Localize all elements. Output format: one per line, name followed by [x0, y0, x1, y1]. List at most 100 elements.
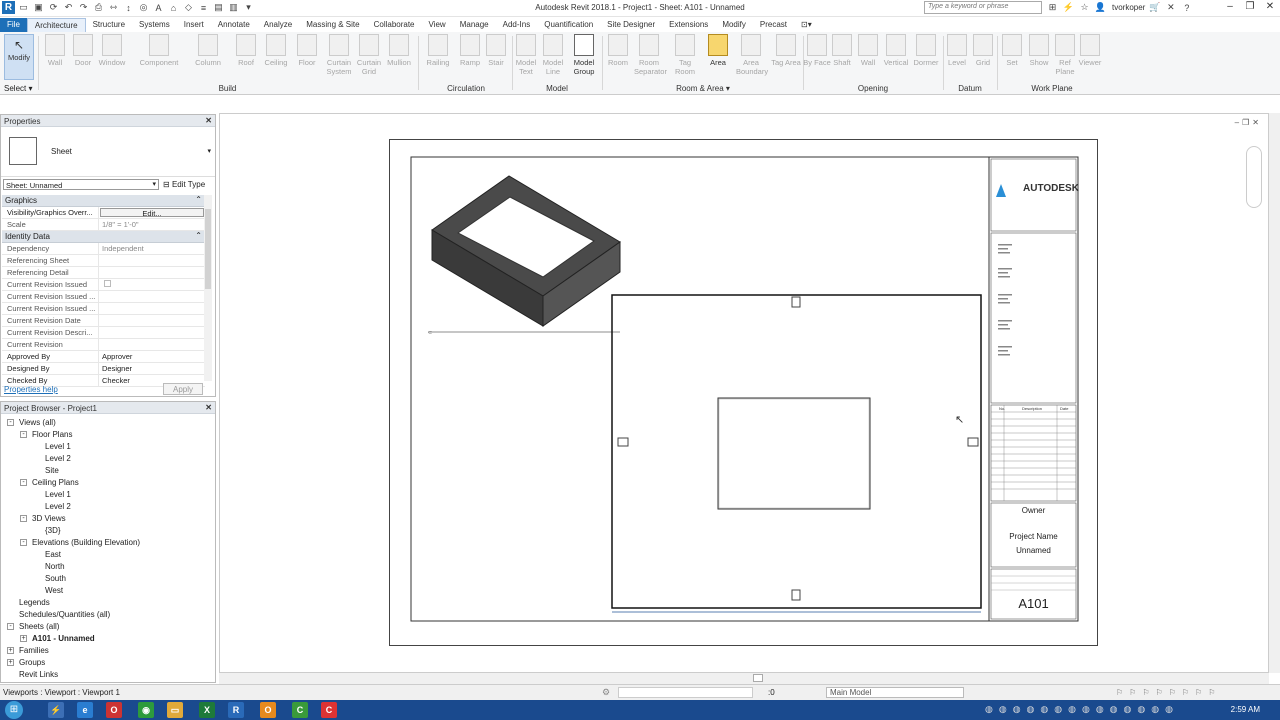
opera-icon[interactable]: O: [106, 702, 122, 718]
browser-item[interactable]: {3D}: [45, 525, 61, 537]
close-icon[interactable]: ✕: [205, 403, 212, 412]
model-line-button[interactable]: Model Line: [538, 34, 568, 76]
selection-filter-icons[interactable]: ⚐⚐⚐⚐⚐⚐⚐⚐: [1116, 688, 1221, 697]
folder-icon[interactable]: ▭: [167, 702, 183, 718]
workset-select[interactable]: [618, 687, 753, 698]
floor-button[interactable]: Floor: [292, 34, 322, 67]
group-identity-data[interactable]: Identity Data ⌃: [2, 231, 205, 243]
app-green-icon[interactable]: C: [292, 702, 308, 718]
property-row[interactable]: Visibility/Graphics Overr... Edit...: [2, 207, 205, 219]
browser-item[interactable]: West: [45, 585, 63, 597]
ribbon-toggle-icon[interactable]: ⊡▾: [794, 18, 819, 32]
collapse-icon[interactable]: ⌃: [195, 231, 202, 240]
tab-quantification[interactable]: Quantification: [537, 18, 600, 32]
revision-checkbox[interactable]: [104, 280, 111, 287]
tab-modify[interactable]: Modify: [715, 18, 753, 32]
browser-item[interactable]: Sheets (all): [19, 621, 59, 633]
tab-architecture[interactable]: Architecture: [26, 18, 86, 32]
property-row[interactable]: Referencing Sheet: [2, 255, 205, 267]
wall-button[interactable]: Wall: [40, 34, 70, 67]
tree-toggle-icon[interactable]: -: [20, 431, 27, 438]
browser-item[interactable]: Legends: [19, 597, 50, 609]
user-name[interactable]: tvorkoper: [1112, 3, 1145, 12]
browser-item[interactable]: East: [45, 549, 61, 561]
app-red-icon[interactable]: C: [321, 702, 337, 718]
dormer-button[interactable]: Dormer: [911, 34, 941, 67]
app-orange-icon[interactable]: O: [260, 702, 276, 718]
star-icon[interactable]: ☆: [1078, 1, 1091, 14]
tab-precast[interactable]: Precast: [753, 18, 794, 32]
tab-annotate[interactable]: Annotate: [211, 18, 257, 32]
tag-area-button[interactable]: Tag Area: [771, 34, 801, 67]
vertical-button[interactable]: Vertical: [881, 34, 911, 67]
tree-toggle-icon[interactable]: -: [7, 623, 14, 630]
tab-extensions[interactable]: Extensions: [662, 18, 715, 32]
cart-icon[interactable]: 🛒: [1148, 1, 1161, 14]
curtain-system-button[interactable]: Curtain System: [324, 34, 354, 76]
browser-item[interactable]: North: [45, 561, 65, 573]
edit-type-button[interactable]: ⊟ Edit Type: [163, 180, 205, 189]
tab-collaborate[interactable]: Collaborate: [367, 18, 422, 32]
browser-item[interactable]: Views (all): [19, 417, 56, 429]
tab-analyze[interactable]: Analyze: [257, 18, 299, 32]
worksets-icon[interactable]: ⚙: [602, 687, 610, 698]
property-row[interactable]: Current Revision Date: [2, 315, 205, 327]
instance-filter-select[interactable]: Sheet: Unnamed: [3, 178, 159, 190]
tree-toggle-icon[interactable]: +: [7, 647, 14, 654]
exchange-icon[interactable]: ✕: [1164, 1, 1177, 14]
tab-structure[interactable]: Structure: [86, 18, 132, 32]
browser-item[interactable]: Families: [19, 645, 49, 657]
modify-button[interactable]: ↖ Modify: [4, 34, 34, 80]
browser-item[interactable]: Elevations (Building Elevation): [32, 537, 140, 549]
tab-systems[interactable]: Systems: [132, 18, 177, 32]
wall-opening-button[interactable]: Wall: [853, 34, 883, 67]
area-button[interactable]: Area: [703, 34, 733, 67]
tab-insert[interactable]: Insert: [177, 18, 211, 32]
chevron-down-icon[interactable]: ▾: [207, 147, 211, 155]
start-icon[interactable]: ⊞: [5, 701, 23, 719]
help-icon[interactable]: ?: [1180, 1, 1193, 14]
model-text-button[interactable]: Model Text: [511, 34, 541, 76]
tab-file[interactable]: File: [0, 18, 27, 32]
properties-scrollbar[interactable]: [204, 195, 212, 381]
horizontal-scrollbar[interactable]: [219, 673, 1269, 684]
property-row[interactable]: Dependency Independent: [2, 243, 205, 255]
tab-add-ins[interactable]: Add-Ins: [496, 18, 538, 32]
property-row[interactable]: Current Revision Issued ...: [2, 291, 205, 303]
subscription-icon[interactable]: ⚡: [1062, 1, 1075, 14]
tree-toggle-icon[interactable]: -: [20, 539, 27, 546]
tree-toggle-icon[interactable]: -: [20, 479, 27, 486]
tab-view[interactable]: View: [422, 18, 453, 32]
browser-item[interactable]: Site: [45, 465, 59, 477]
browser-item[interactable]: Groups: [19, 657, 45, 669]
ie-icon[interactable]: e: [77, 702, 93, 718]
property-row[interactable]: Approved By Approver: [2, 351, 205, 363]
chrome-icon[interactable]: ◉: [138, 702, 154, 718]
user-icon[interactable]: 👤: [1094, 1, 1107, 14]
restore-icon[interactable]: ❐: [1244, 1, 1256, 12]
tag-room-button[interactable]: Tag Room: [670, 34, 700, 76]
component-button[interactable]: Component: [138, 34, 180, 67]
grid-button[interactable]: Grid: [968, 34, 998, 67]
property-row[interactable]: Current Revision: [2, 339, 205, 351]
close-icon[interactable]: ✕: [205, 116, 212, 125]
tab-site-designer[interactable]: Site Designer: [600, 18, 662, 32]
area-boundary-button[interactable]: Area Boundary: [736, 34, 768, 76]
apply-button[interactable]: Apply: [163, 383, 203, 395]
browser-item[interactable]: Schedules/Quantities (all): [19, 609, 110, 621]
view-window-controls[interactable]: –❐✕: [1235, 118, 1262, 127]
property-row[interactable]: Current Revision Descri...: [2, 327, 205, 339]
tab-massing-site[interactable]: Massing & Site: [299, 18, 366, 32]
binoculars-icon[interactable]: ⊞: [1046, 1, 1059, 14]
door-button[interactable]: Door: [68, 34, 98, 67]
properties-help-link[interactable]: Properties help: [4, 385, 58, 394]
set-button[interactable]: Set: [997, 34, 1027, 67]
browser-item[interactable]: Revit Links: [19, 669, 58, 681]
room-separator-button[interactable]: Room Separator: [634, 34, 667, 76]
group-graphics[interactable]: Graphics ⌃: [2, 195, 205, 207]
vertical-scrollbar[interactable]: [1269, 113, 1280, 673]
excel-icon[interactable]: X: [199, 702, 215, 718]
railing-button[interactable]: Railing: [423, 34, 453, 67]
browser-item[interactable]: 3D Views: [32, 513, 66, 525]
stair-button[interactable]: Stair: [481, 34, 511, 67]
